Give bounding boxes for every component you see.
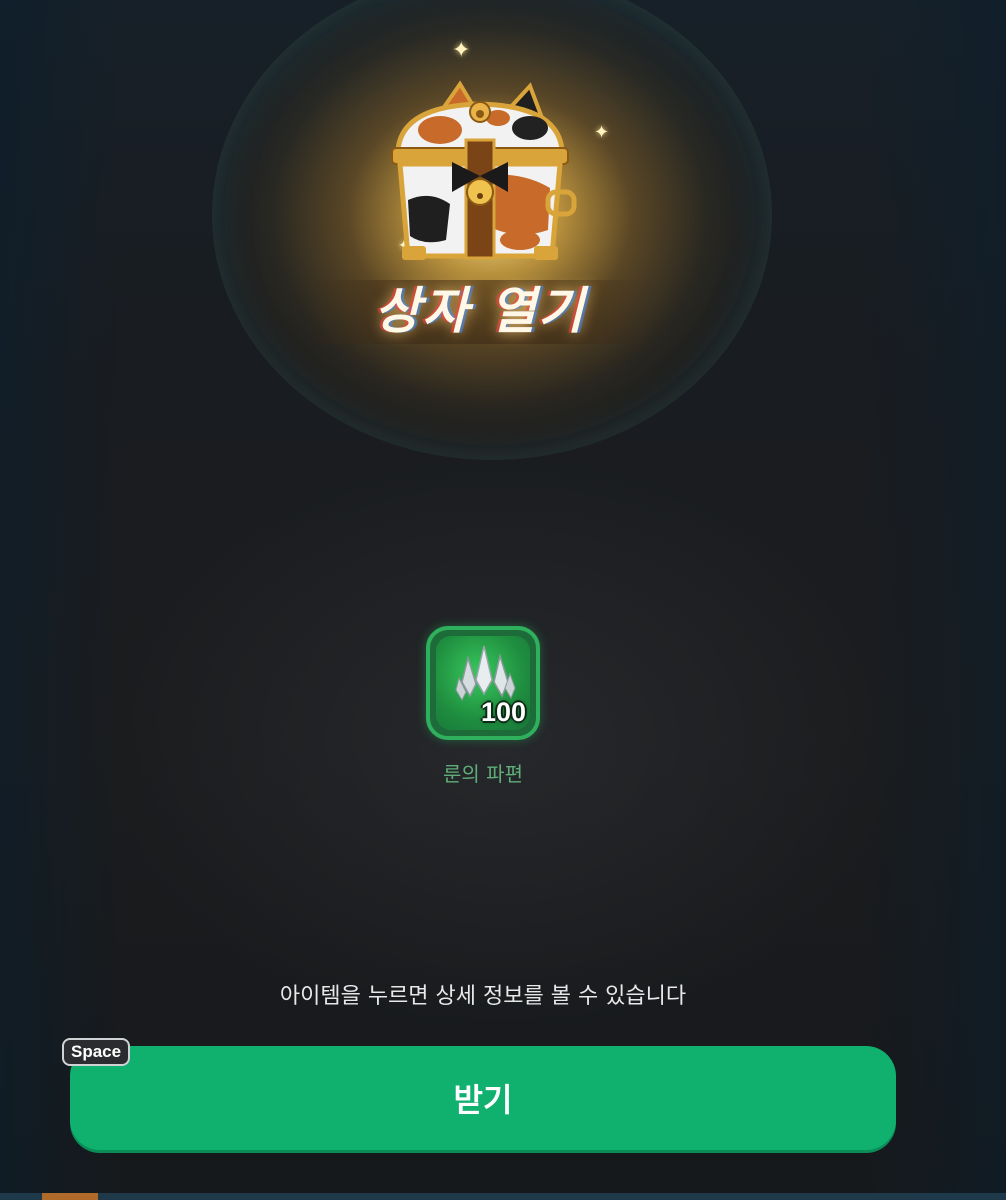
right-vignette	[866, 0, 1006, 1200]
reward-item-name: 룬의 파편	[443, 762, 523, 786]
receive-button-label: 받기	[453, 1081, 513, 1119]
receive-button[interactable]: 받기	[70, 1046, 896, 1150]
sparkle-icon: ✦	[452, 38, 471, 63]
popup-title: 상자 열기	[374, 282, 586, 340]
item-detail-hint: 아이템을 누르면 상세 정보를 볼 수 있습니다	[279, 984, 687, 1009]
reward-item-slot[interactable]: 100	[426, 626, 540, 740]
sparkle-icon: ✦	[594, 122, 610, 143]
bottom-bar	[0, 1193, 1006, 1200]
rune-shard-crystals-icon	[455, 645, 516, 702]
reward-screen: ✦ ✦ ✦ 상자 열기 100 룬의 파편 아이템을 누르면 상세 정보를 볼 …	[0, 0, 1006, 1200]
calico-cat-treasure-chest-icon	[391, 80, 577, 260]
reward-item-count: 100	[480, 697, 526, 727]
left-vignette	[0, 0, 120, 1200]
space-key-hint: Space	[62, 1038, 131, 1066]
bottom-bar-accent	[42, 1193, 98, 1200]
